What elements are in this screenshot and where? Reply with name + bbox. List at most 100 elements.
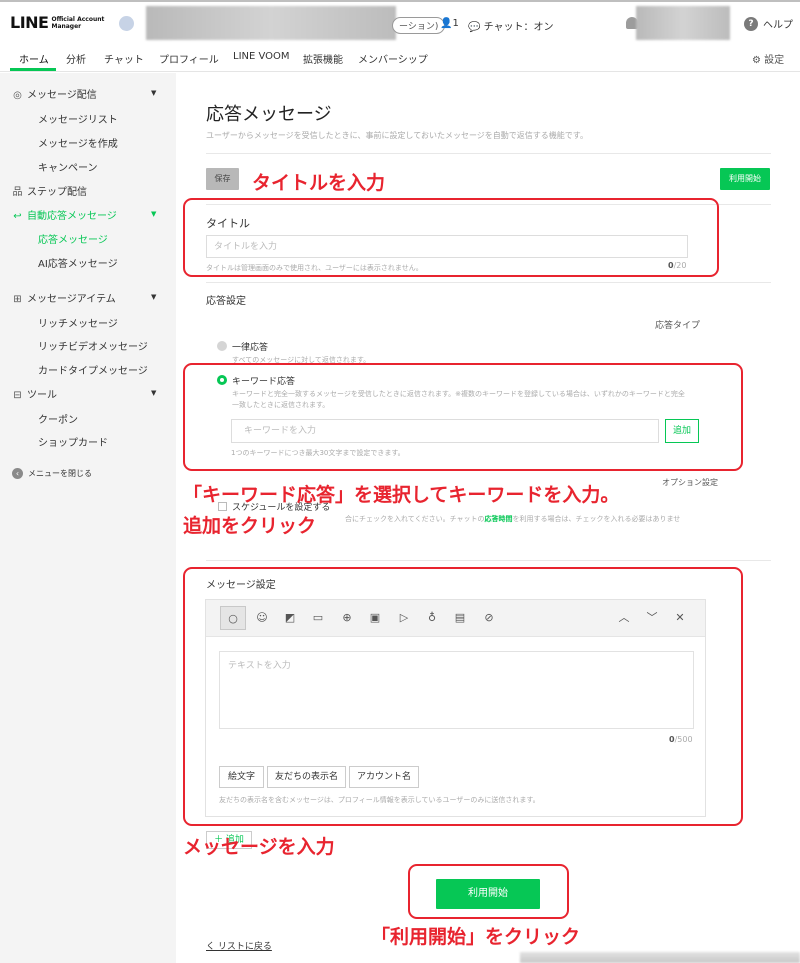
option-settings-label: オプション設定 xyxy=(662,478,718,487)
start-button-top[interactable]: 利用開始 xyxy=(720,168,770,190)
help-label: ヘルプ xyxy=(763,20,793,31)
redacted-account-name xyxy=(146,6,396,40)
divider xyxy=(206,153,771,154)
tool-icon: ⊟ xyxy=(13,390,22,401)
emoji-icon[interactable]: ☺ xyxy=(254,610,270,626)
close-icon[interactable]: ✕ xyxy=(672,610,688,626)
start-button-bottom[interactable]: 利用開始 xyxy=(436,879,540,909)
coupon-icon[interactable]: ⊕ xyxy=(339,610,355,626)
response-hours-link[interactable]: 応答時間 xyxy=(485,515,513,523)
auto-reply-icon: ↩ xyxy=(13,211,22,222)
tab-active-indicator xyxy=(10,68,56,71)
message-settings-label: メッセージ設定 xyxy=(206,580,276,591)
keyword-instruction-1: 「キーワード応答」を選択してキーワードを入力。 xyxy=(183,484,620,506)
close-menu-link[interactable]: ‹ メニューを閉じる xyxy=(12,468,92,479)
friends-count: 👤1 xyxy=(440,18,459,29)
chevron-down-icon[interactable]: ﹀ xyxy=(644,610,660,626)
sticker-icon[interactable]: ◩ xyxy=(282,610,298,626)
chat-status[interactable]: 💬 チャット：オン xyxy=(468,18,554,33)
sidebar-item-campaign[interactable]: キャンペーン xyxy=(38,159,98,174)
response-type-label: 応答タイプ xyxy=(655,321,701,331)
message-instruction: メッセージを入力 xyxy=(183,836,335,858)
radio-keyword[interactable] xyxy=(217,375,227,385)
sidebar-group-tools[interactable]: ⊟ ツール xyxy=(12,386,57,401)
help-icon: ? xyxy=(744,16,758,31)
radio-uniform[interactable] xyxy=(217,341,227,351)
title-section-label: タイトル xyxy=(206,217,250,230)
page-title: 応答メッセージ xyxy=(206,104,332,125)
logo-subtext: Official Account Manager xyxy=(51,16,105,30)
title-input[interactable] xyxy=(206,235,688,258)
keyword-option-label[interactable]: キーワード応答 xyxy=(232,374,295,387)
chevron-down-icon[interactable]: ▼ xyxy=(151,293,156,301)
tab-analytics[interactable]: 分析 xyxy=(66,51,86,66)
sidebar-item-message-list[interactable]: メッセージリスト xyxy=(38,111,118,126)
sidebar-item-rich-message[interactable]: リッチメッセージ xyxy=(38,315,118,330)
message-text-area[interactable] xyxy=(219,651,694,729)
save-button[interactable]: 保存 xyxy=(206,168,239,190)
sidebar-item-create-message[interactable]: メッセージを作成 xyxy=(38,135,118,150)
start-instruction: 「利用開始」をクリック xyxy=(371,926,581,948)
chevron-down-icon[interactable]: ▼ xyxy=(151,210,156,218)
divider xyxy=(206,282,771,283)
speech-bubble-icon[interactable]: ○ xyxy=(220,606,246,630)
card-icon[interactable]: ⊘ xyxy=(481,610,497,626)
title-hint: タイトルは管理画面のみで使用され、ユーザーには表示されません。 xyxy=(206,264,423,272)
keyword-hint: 1つのキーワードにつき最大30文字まで設定できます。 xyxy=(231,449,405,457)
sidebar-group-broadcast[interactable]: ◎ メッセージ配信 xyxy=(12,86,97,101)
gear-icon: ⚙ xyxy=(752,55,761,66)
sidebar-item-rich-video[interactable]: リッチビデオメッセージ xyxy=(38,338,148,353)
keyword-instruction-2: 追加をクリック xyxy=(183,515,317,537)
sidebar-group-message-items[interactable]: ⊞ メッセージアイテム xyxy=(12,290,116,305)
sidebar-item-ai-response[interactable]: AI応答メッセージ xyxy=(38,255,118,270)
uniform-option-desc: すべてのメッセージに対して返信されます。 xyxy=(232,356,371,364)
insert-emoji-button[interactable]: 絵文字 xyxy=(219,766,264,788)
response-settings-label: 応答設定 xyxy=(206,296,246,307)
sidebar-item-coupon[interactable]: クーポン xyxy=(38,411,78,426)
image-icon[interactable]: ▭ xyxy=(310,610,326,626)
video-icon[interactable]: ▣ xyxy=(367,610,383,626)
sidebar-group-auto-reply[interactable]: ↩ 自動応答メッセージ xyxy=(12,207,117,222)
play-icon[interactable]: ▷ xyxy=(396,610,412,626)
tab-membership[interactable]: メンバーシップ xyxy=(358,51,428,66)
title-char-counter: 0/20 xyxy=(668,261,687,270)
sidebar-item-card-type[interactable]: カードタイプメッセージ xyxy=(38,362,148,377)
plan-chip[interactable]: ーション) xyxy=(392,17,446,34)
tab-profile[interactable]: プロフィール xyxy=(159,51,219,66)
help-link[interactable]: ? ヘルプ xyxy=(744,16,793,31)
sidebar-item-shop-card[interactable]: ショップカード xyxy=(38,434,108,449)
settings-link[interactable]: ⚙ 設定 xyxy=(752,51,784,66)
account-avatar[interactable] xyxy=(119,16,134,31)
message-hint: 友だちの表示名を含むメッセージは、プロフィール情報を表示しているユーザーのみに送… xyxy=(219,796,540,804)
redacted-user-name xyxy=(636,6,730,40)
top-bar: LINE Official Account Manager ーション) 👤1 💬… xyxy=(0,0,800,42)
research-icon[interactable]: ▤ xyxy=(452,610,468,626)
chevron-down-icon[interactable]: ▼ xyxy=(151,389,156,397)
tab-home[interactable]: ホーム xyxy=(19,51,49,66)
keyword-option-desc-2: 一致したときに返信されます。 xyxy=(232,401,330,409)
line-oa-logo[interactable]: LINE Official Account Manager xyxy=(10,14,104,32)
main-nav: ホーム 分析 チャット プロフィール LINE VOOM 拡張機能 メンバーシッ… xyxy=(0,42,800,72)
logo-text: LINE xyxy=(10,13,49,32)
divider xyxy=(206,560,771,561)
divider xyxy=(206,204,771,205)
tab-extensions[interactable]: 拡張機能 xyxy=(303,51,343,66)
sidebar-group-step[interactable]: 品ステップ配信 xyxy=(12,183,88,198)
schedule-desc: 合にチェックを入れてください。チャットの応答時間を利用する場合は、チェックを入れ… xyxy=(345,515,681,523)
back-to-list-link[interactable]: く リストに戻る xyxy=(206,939,272,952)
tab-chat[interactable]: チャット xyxy=(104,51,144,66)
keyword-input[interactable] xyxy=(231,419,659,443)
insert-friend-name-button[interactable]: 友だちの表示名 xyxy=(267,766,346,788)
uniform-option-label[interactable]: 一律応答 xyxy=(232,340,268,353)
insert-account-name-button[interactable]: アカウント名 xyxy=(349,766,419,788)
add-keyword-button[interactable]: 追加 xyxy=(665,419,699,443)
broadcast-icon: ◎ xyxy=(13,90,22,101)
sidebar-item-response-message[interactable]: 応答メッセージ xyxy=(38,231,108,246)
chevron-up-icon[interactable]: ︿ xyxy=(616,610,632,626)
microphone-icon[interactable]: ♁ xyxy=(424,610,440,626)
tab-line-voom[interactable]: LINE VOOM xyxy=(233,51,290,62)
bottom-edge-shade xyxy=(520,952,800,963)
chevron-down-icon[interactable]: ▼ xyxy=(151,89,156,97)
message-char-counter: 0/500 xyxy=(669,735,693,744)
sidebar: ◎ メッセージ配信 ▼ メッセージリスト メッセージを作成 キャンペーン 品ステッ… xyxy=(0,73,176,963)
